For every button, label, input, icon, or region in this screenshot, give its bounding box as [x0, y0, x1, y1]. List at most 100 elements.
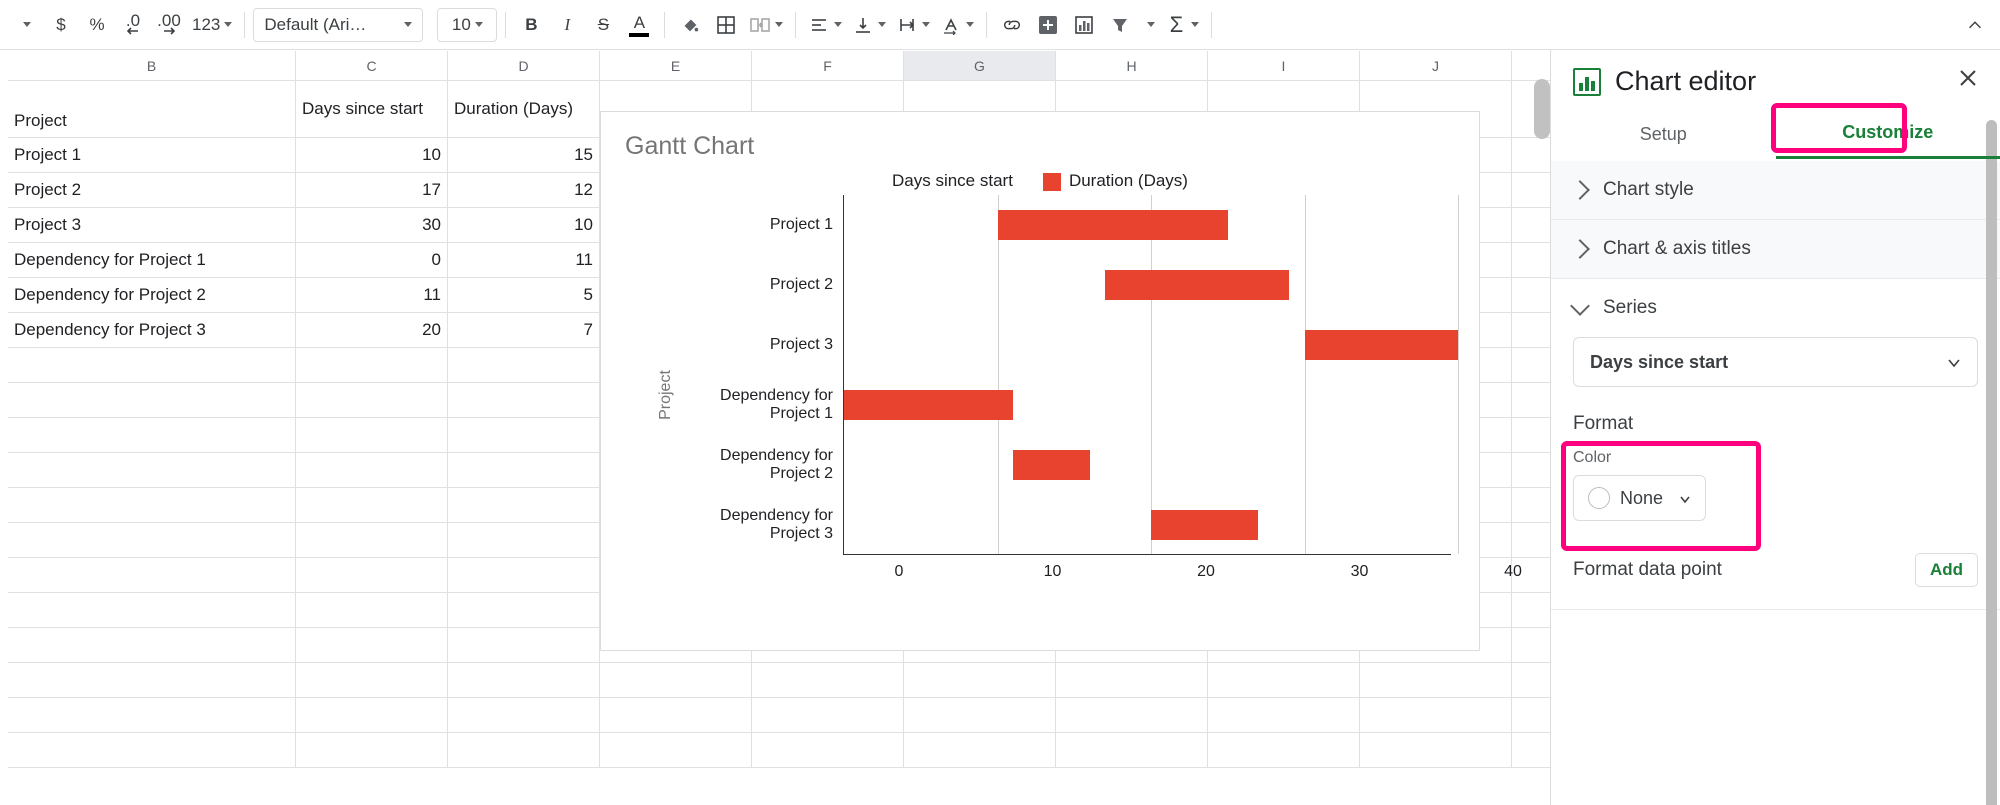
chart-bar[interactable]: [998, 210, 1228, 240]
cell[interactable]: 10: [448, 208, 600, 242]
cell[interactable]: [448, 628, 600, 662]
cell[interactable]: [448, 733, 600, 767]
scrollbar-thumb[interactable]: [1534, 79, 1550, 139]
section-toggle-chart-style[interactable]: Chart style: [1551, 161, 2000, 219]
col-header-f[interactable]: F: [752, 51, 904, 80]
toolbar-leading-dropdown[interactable]: [8, 7, 42, 43]
chart-bar[interactable]: [1151, 510, 1258, 540]
italic-button[interactable]: I: [550, 7, 584, 43]
tab-customize[interactable]: Customize: [1776, 109, 2000, 159]
cell[interactable]: [8, 418, 296, 452]
cell[interactable]: Project 3: [8, 208, 296, 242]
increase-decimal-button[interactable]: .00: [152, 7, 186, 43]
cell[interactable]: [1056, 698, 1208, 732]
merge-cells-button[interactable]: [745, 7, 787, 43]
series-color-select[interactable]: None: [1573, 475, 1706, 521]
insert-chart-button[interactable]: [1067, 7, 1101, 43]
series-select[interactable]: Days since start: [1573, 337, 1978, 387]
vertical-align-button[interactable]: [848, 7, 890, 43]
cell[interactable]: 12: [448, 173, 600, 207]
col-header-d[interactable]: D: [448, 51, 600, 80]
cell[interactable]: Days since start: [296, 81, 448, 137]
decrease-decimal-button[interactable]: .0: [116, 7, 150, 43]
cell[interactable]: [1360, 698, 1512, 732]
cell[interactable]: [296, 593, 448, 627]
add-data-point-button[interactable]: Add: [1915, 553, 1978, 587]
cell[interactable]: [904, 663, 1056, 697]
cell[interactable]: [904, 733, 1056, 767]
spreadsheet[interactable]: B C D E F G H I J Project Days since sta…: [0, 50, 1550, 805]
cell[interactable]: [1208, 698, 1360, 732]
cell[interactable]: 17: [296, 173, 448, 207]
embedded-chart[interactable]: Gantt Chart Days since start Duration (D…: [600, 111, 1480, 651]
cell[interactable]: [296, 558, 448, 592]
cell[interactable]: [296, 418, 448, 452]
cell[interactable]: [1360, 663, 1512, 697]
cell[interactable]: [1056, 663, 1208, 697]
col-header-e[interactable]: E: [600, 51, 752, 80]
cell[interactable]: Project 2: [8, 173, 296, 207]
col-header-b[interactable]: B: [8, 51, 296, 80]
filter-button[interactable]: [1103, 7, 1137, 43]
cell[interactable]: [8, 453, 296, 487]
cell[interactable]: Dependency for Project 2: [8, 278, 296, 312]
cell[interactable]: 30: [296, 208, 448, 242]
currency-button[interactable]: $: [44, 7, 78, 43]
cell[interactable]: [296, 628, 448, 662]
cell[interactable]: [752, 733, 904, 767]
font-size-select[interactable]: 10: [437, 8, 497, 42]
cell[interactable]: [600, 733, 752, 767]
cell[interactable]: 11: [448, 243, 600, 277]
cell[interactable]: [904, 698, 1056, 732]
cell[interactable]: [1208, 663, 1360, 697]
cell[interactable]: [448, 348, 600, 382]
cell[interactable]: [296, 488, 448, 522]
section-toggle-axis-titles[interactable]: Chart & axis titles: [1551, 220, 2000, 278]
bold-button[interactable]: B: [514, 7, 548, 43]
cell[interactable]: 10: [296, 138, 448, 172]
cell[interactable]: 15: [448, 138, 600, 172]
chart-bar[interactable]: [844, 390, 1013, 420]
cell[interactable]: 11: [296, 278, 448, 312]
col-header-h[interactable]: H: [1056, 51, 1208, 80]
percent-button[interactable]: %: [80, 7, 114, 43]
cell[interactable]: [448, 383, 600, 417]
toolbar-collapse-button[interactable]: [1958, 7, 1992, 43]
cell[interactable]: [8, 523, 296, 557]
horizontal-align-button[interactable]: [804, 7, 846, 43]
col-header-i[interactable]: I: [1208, 51, 1360, 80]
cell[interactable]: [600, 663, 752, 697]
cell[interactable]: [448, 418, 600, 452]
cell[interactable]: [1056, 733, 1208, 767]
cell[interactable]: [448, 523, 600, 557]
cell[interactable]: [752, 663, 904, 697]
cell[interactable]: [8, 593, 296, 627]
cell[interactable]: [1208, 733, 1360, 767]
chart-bar[interactable]: [1305, 330, 1459, 360]
close-button[interactable]: [1956, 66, 1980, 97]
cell[interactable]: Dependency for Project 1: [8, 243, 296, 277]
fill-color-button[interactable]: [673, 7, 707, 43]
text-color-button[interactable]: A: [622, 7, 656, 43]
cell[interactable]: [296, 663, 448, 697]
cell[interactable]: [8, 663, 296, 697]
filter-views-button[interactable]: [1139, 7, 1159, 43]
cell[interactable]: Duration (Days): [448, 81, 600, 137]
cell[interactable]: [8, 628, 296, 662]
cell[interactable]: [8, 348, 296, 382]
cell[interactable]: [8, 698, 296, 732]
cell[interactable]: [296, 523, 448, 557]
cell[interactable]: [8, 488, 296, 522]
more-formats-button[interactable]: 123: [188, 7, 236, 43]
cell[interactable]: [448, 698, 600, 732]
cell[interactable]: Dependency for Project 3: [8, 313, 296, 347]
col-header-c[interactable]: C: [296, 51, 448, 80]
col-header-g[interactable]: G: [904, 51, 1056, 80]
tab-setup[interactable]: Setup: [1551, 109, 1776, 159]
cell[interactable]: [8, 733, 296, 767]
cell[interactable]: [1360, 733, 1512, 767]
section-toggle-series[interactable]: Series: [1551, 279, 2000, 337]
cell[interactable]: [8, 383, 296, 417]
cell[interactable]: [296, 348, 448, 382]
cell[interactable]: [296, 453, 448, 487]
